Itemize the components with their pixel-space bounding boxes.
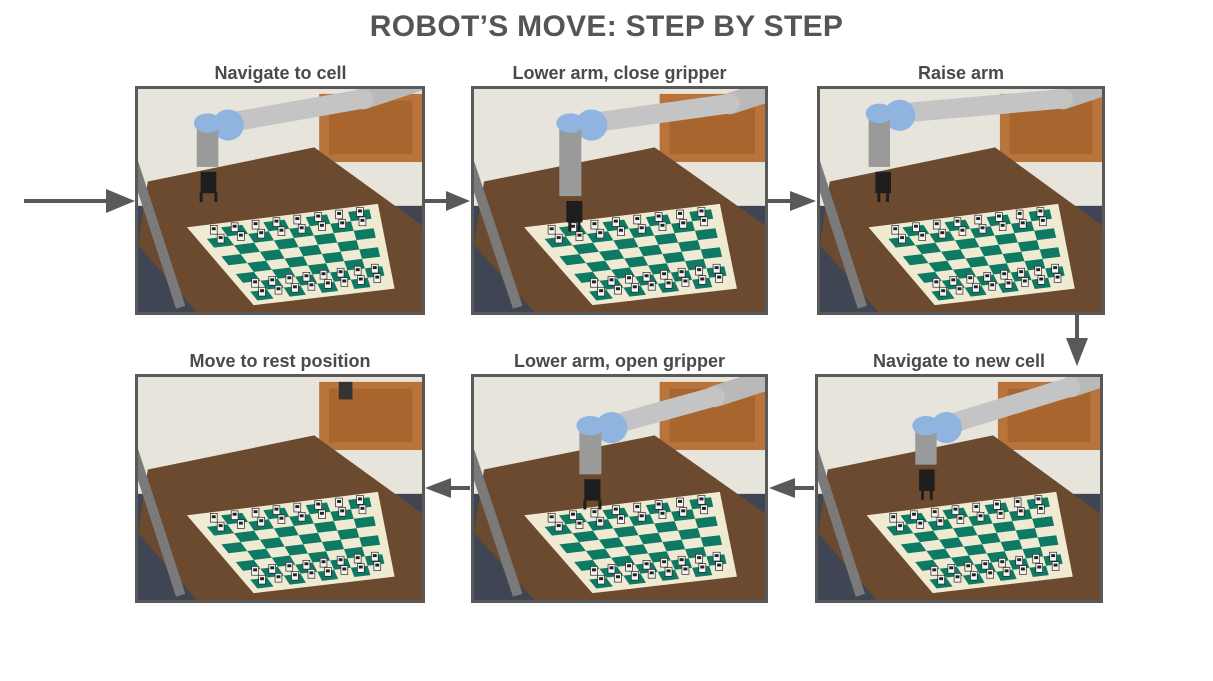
arrow-start-to-step-1	[24, 189, 135, 213]
arrow-step-5-to-step-6	[425, 478, 470, 498]
flow-arrows	[24, 189, 1088, 498]
arrow-step-1-to-step-2	[425, 191, 470, 211]
arrow-step-2-to-step-3	[768, 191, 816, 211]
arrow-step-4-to-step-5	[769, 478, 814, 498]
arrow-step-3-to-step-4	[1066, 315, 1088, 366]
